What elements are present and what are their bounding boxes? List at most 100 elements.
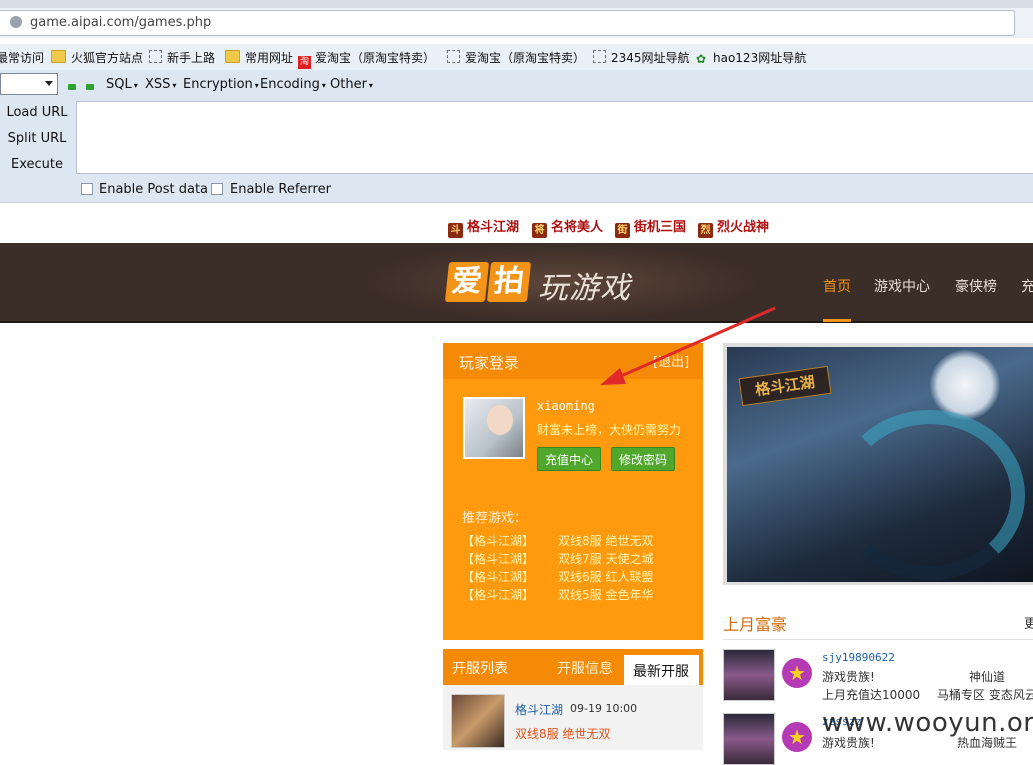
post-data-label: Enable Post data xyxy=(99,182,209,197)
recommended-server[interactable]: 双线5服 金色年华 xyxy=(558,586,653,603)
page-icon xyxy=(447,50,460,63)
rich-user-server: 神仙道 xyxy=(969,670,1006,684)
bookmark-label: 最常访问 xyxy=(0,51,45,65)
rich-user-zone: 马桶专区 变态风云 xyxy=(937,688,1033,702)
menu-xss[interactable]: XSS xyxy=(145,77,176,92)
recharge-button[interactable]: 充值中心 xyxy=(537,447,601,471)
watermark: www.wooyun.org xyxy=(822,708,1033,738)
execute-button[interactable]: Execute xyxy=(0,157,74,172)
game-link-mingjiang[interactable]: 将名将美人 xyxy=(532,216,603,238)
username: xiaoming xyxy=(537,399,595,413)
nav-active-indicator xyxy=(823,319,851,322)
server-name[interactable]: 双线8服 绝世无双 xyxy=(515,725,610,742)
tab-server-info[interactable]: 开服信息 xyxy=(557,658,613,678)
rich-user-note: 上月充值达10000 xyxy=(822,688,921,702)
rich-user-name[interactable]: sjy19890622 xyxy=(822,651,895,664)
bookmark-label: 爱淘宝（原淘宝特卖） xyxy=(315,51,436,65)
star-badge-icon: ★ xyxy=(782,722,812,752)
load-url-button[interactable]: Load URL xyxy=(0,105,74,120)
logo-play-games[interactable]: 玩游戏 xyxy=(538,263,631,307)
star-badge-icon: ★ xyxy=(782,658,812,688)
folder-icon xyxy=(225,50,240,63)
menu-encoding[interactable]: Encoding xyxy=(260,77,326,92)
page-icon xyxy=(593,50,606,63)
game-link-liehuo[interactable]: 烈烈火战神 xyxy=(698,216,769,238)
logo-ai[interactable]: 爱 xyxy=(444,262,490,302)
server-list-title: 开服列表 xyxy=(452,661,508,677)
bookmark-label: 火狐官方站点 xyxy=(71,51,144,65)
game-link-label: 烈火战神 xyxy=(717,220,770,235)
bookmark-hao123[interactable]: ✿ hao123网址导航 xyxy=(696,49,806,66)
plus-icon[interactable] xyxy=(86,84,94,90)
rich-user-avatar[interactable] xyxy=(723,713,775,765)
recommended-server[interactable]: 双线7服 天使之城 xyxy=(558,550,653,567)
recommended-title: 推荐游戏： xyxy=(462,511,528,526)
game-icon: 将 xyxy=(532,223,547,238)
minus-icon[interactable] xyxy=(68,84,76,90)
taobao-icon: 淘 xyxy=(298,56,311,69)
nav-home[interactable]: 首页 xyxy=(823,276,851,296)
game-link-label: 街机三国 xyxy=(634,220,687,235)
logo-pai[interactable]: 拍 xyxy=(486,262,532,302)
change-password-button[interactable]: 修改密码 xyxy=(611,447,675,471)
bookmark-label: 2345网址导航 xyxy=(611,51,690,65)
bookmark-firefox-official[interactable]: 火狐官方站点 xyxy=(51,49,143,66)
recommended-game[interactable]: 【格斗江湖】 xyxy=(462,532,534,549)
folder-icon xyxy=(51,50,66,63)
referrer-checkbox[interactable] xyxy=(211,183,223,195)
hao123-icon: ✿ xyxy=(696,52,707,66)
game-icon: 斗 xyxy=(448,223,463,238)
game-link-label: 格斗江湖 xyxy=(467,220,520,235)
menu-other[interactable]: Other xyxy=(330,77,373,92)
server-game-name[interactable]: 格斗江湖 xyxy=(515,701,563,718)
logout-link[interactable]: [退出] xyxy=(653,351,689,370)
referrer-label: Enable Referrer xyxy=(230,182,331,197)
hackbar-url-textarea[interactable] xyxy=(76,101,1033,174)
address-bar-url[interactable]: game.aipai.com/games.php xyxy=(30,15,211,30)
rich-user-rank: 游戏贵族! xyxy=(822,670,875,684)
bookmark-label: 常用网址 xyxy=(245,51,294,65)
moon-graphic xyxy=(930,350,1000,420)
server-open-time: 09-19 10:00 xyxy=(570,702,638,715)
game-link-jieji[interactable]: 街街机三国 xyxy=(615,216,686,238)
bookmark-aitaobao[interactable]: 淘爱淘宝（原淘宝特卖） xyxy=(298,49,435,69)
nav-recharge[interactable]: 充 xyxy=(1021,276,1033,296)
rich-list-title: 上月富豪 xyxy=(723,615,788,634)
login-title: 玩家登录 xyxy=(459,354,520,372)
bookmark-common-sites[interactable]: 常用网址 xyxy=(225,49,293,66)
recommended-server[interactable]: 双线8服 绝世无双 xyxy=(558,532,653,549)
game-link-label: 名将美人 xyxy=(551,220,604,235)
chevron-down-icon xyxy=(45,81,53,86)
game-icon: 街 xyxy=(615,223,630,238)
recommended-game[interactable]: 【格斗江湖】 xyxy=(462,586,534,603)
bookmark-label: hao123网址导航 xyxy=(713,51,807,65)
game-icon: 烈 xyxy=(698,223,713,238)
globe-icon xyxy=(10,16,22,28)
menu-encryption[interactable]: Encryption xyxy=(183,77,259,92)
swirl-graphic xyxy=(835,410,1025,580)
nav-hero-rank[interactable]: 豪侠榜 xyxy=(955,276,997,296)
split-url-button[interactable]: Split URL xyxy=(0,131,74,146)
bookmark-most-visited[interactable]: 最常访问 xyxy=(0,49,44,66)
menu-sql[interactable]: SQL xyxy=(106,77,138,92)
page-icon xyxy=(149,50,162,63)
bookmark-aitaobao-2[interactable]: 爱淘宝（原淘宝特卖） xyxy=(447,49,585,66)
rich-list-more-link[interactable]: 更 xyxy=(1024,613,1033,632)
game-link-gedou[interactable]: 斗格斗江湖 xyxy=(448,216,519,238)
bookmark-label: 新手上路 xyxy=(167,51,216,65)
recommended-server[interactable]: 双线6服 红人联盟 xyxy=(558,568,653,585)
rich-status-message: 财富未上榜，大侠仍需努力 xyxy=(537,423,682,437)
bookmark-2345[interactable]: 2345网址导航 xyxy=(593,49,690,66)
server-game-thumbnail[interactable] xyxy=(451,694,505,748)
bookmark-label: 爱淘宝（原淘宝特卖） xyxy=(465,51,586,65)
header-divider xyxy=(0,321,1033,323)
post-data-checkbox[interactable] xyxy=(81,183,93,195)
recommended-game[interactable]: 【格斗江湖】 xyxy=(462,568,534,585)
page-top-divider xyxy=(0,202,1033,203)
tab-newest-label[interactable]: 最新开服 xyxy=(633,661,689,681)
nav-game-center[interactable]: 游戏中心 xyxy=(874,276,930,296)
rich-user-avatar[interactable] xyxy=(723,649,775,701)
avatar-face xyxy=(487,405,513,435)
bookmark-getting-started[interactable]: 新手上路 xyxy=(149,49,215,66)
recommended-game[interactable]: 【格斗江湖】 xyxy=(462,550,534,567)
